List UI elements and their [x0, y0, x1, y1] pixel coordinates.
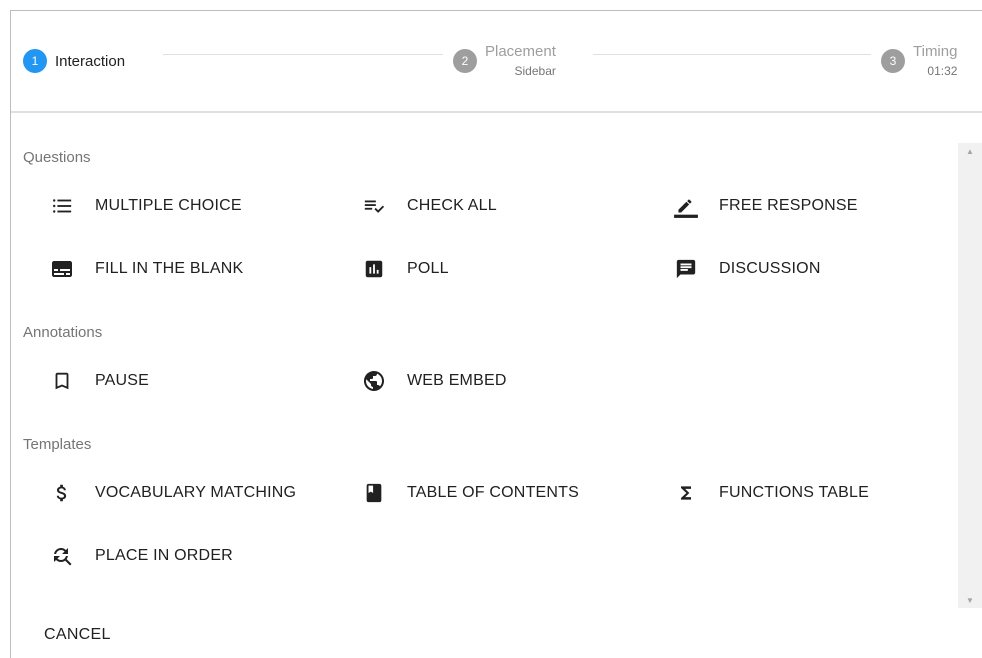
option-label: TABLE OF CONTENTS	[407, 484, 580, 501]
vertical-scrollbar[interactable]: ▲ ▼	[958, 143, 982, 608]
option-table-of-contents[interactable]: TABLE OF CONTENTS	[361, 478, 579, 508]
option-label: FILL IN THE BLANK	[95, 260, 244, 277]
option-label: MULTIPLE CHOICE	[95, 197, 242, 214]
option-label: PAUSE	[95, 372, 150, 389]
option-pause[interactable]: PAUSE	[49, 366, 149, 396]
section-title-annotations: Annotations	[23, 324, 103, 341]
scroll-up-arrow-icon[interactable]: ▲	[958, 143, 982, 159]
step-sublabel: 01:32	[927, 64, 958, 78]
step-label: Interaction	[55, 52, 126, 70]
option-label: POLL	[407, 260, 449, 277]
option-free-response[interactable]: FREE RESPONSE	[673, 191, 858, 221]
option-label: CHECK ALL	[407, 197, 497, 214]
cancel-button[interactable]: CANCEL	[30, 622, 125, 648]
option-vocabulary-matching[interactable]: VOCABULARY MATCHING	[49, 478, 296, 508]
step-placement[interactable]: 2 Placement Sidebar	[453, 11, 556, 111]
step-connector	[593, 54, 871, 55]
option-fill-in-the-blank[interactable]: FILL IN THE BLANK	[49, 254, 243, 284]
section-title-templates: Templates	[23, 436, 92, 453]
step-connector	[163, 54, 443, 55]
list-icon	[49, 193, 75, 219]
option-label: VOCABULARY MATCHING	[95, 484, 297, 501]
step-sublabel: Sidebar	[514, 64, 556, 78]
option-web-embed[interactable]: WEB EMBED	[361, 366, 507, 396]
option-label: WEB EMBED	[407, 372, 507, 389]
book-icon	[361, 480, 387, 506]
step-number: 1	[23, 49, 47, 73]
scroll-down-arrow-icon[interactable]: ▼	[958, 592, 982, 608]
pencil-icon	[673, 193, 699, 219]
section-title-questions: Questions	[23, 149, 91, 166]
find-replace-icon	[49, 543, 75, 569]
globe-icon	[361, 368, 387, 394]
dollar-icon	[49, 480, 75, 506]
option-check-all[interactable]: CHECK ALL	[361, 191, 497, 221]
comment-icon	[673, 256, 699, 282]
step-number: 2	[453, 49, 477, 73]
interaction-picker: Questions MULTIPLE CHOICE CHECK ALL FREE…	[11, 113, 958, 613]
step-interaction[interactable]: 1 Interaction	[23, 11, 125, 111]
step-label: Timing	[913, 43, 958, 60]
bookmark-icon	[49, 368, 75, 394]
option-discussion[interactable]: DISCUSSION	[673, 254, 821, 284]
option-label: DISCUSSION	[719, 260, 821, 277]
poll-icon	[361, 256, 387, 282]
step-label: Placement	[485, 43, 556, 60]
option-label: FUNCTIONS TABLE	[719, 484, 869, 501]
option-place-in-order[interactable]: PLACE IN ORDER	[49, 541, 233, 571]
option-functions-table[interactable]: FUNCTIONS TABLE	[673, 478, 869, 508]
option-label: FREE RESPONSE	[719, 197, 858, 214]
sigma-icon	[673, 480, 699, 506]
step-number: 3	[881, 49, 905, 73]
playlist-check-icon	[361, 193, 387, 219]
option-label: PLACE IN ORDER	[95, 547, 233, 564]
step-timing[interactable]: 3 Timing 01:32	[881, 11, 957, 111]
option-poll[interactable]: POLL	[361, 254, 449, 284]
subtitles-icon	[49, 256, 75, 282]
stepper: 1 Interaction 2 Placement Sidebar 3 Timi…	[11, 11, 982, 111]
option-multiple-choice[interactable]: MULTIPLE CHOICE	[49, 191, 242, 221]
